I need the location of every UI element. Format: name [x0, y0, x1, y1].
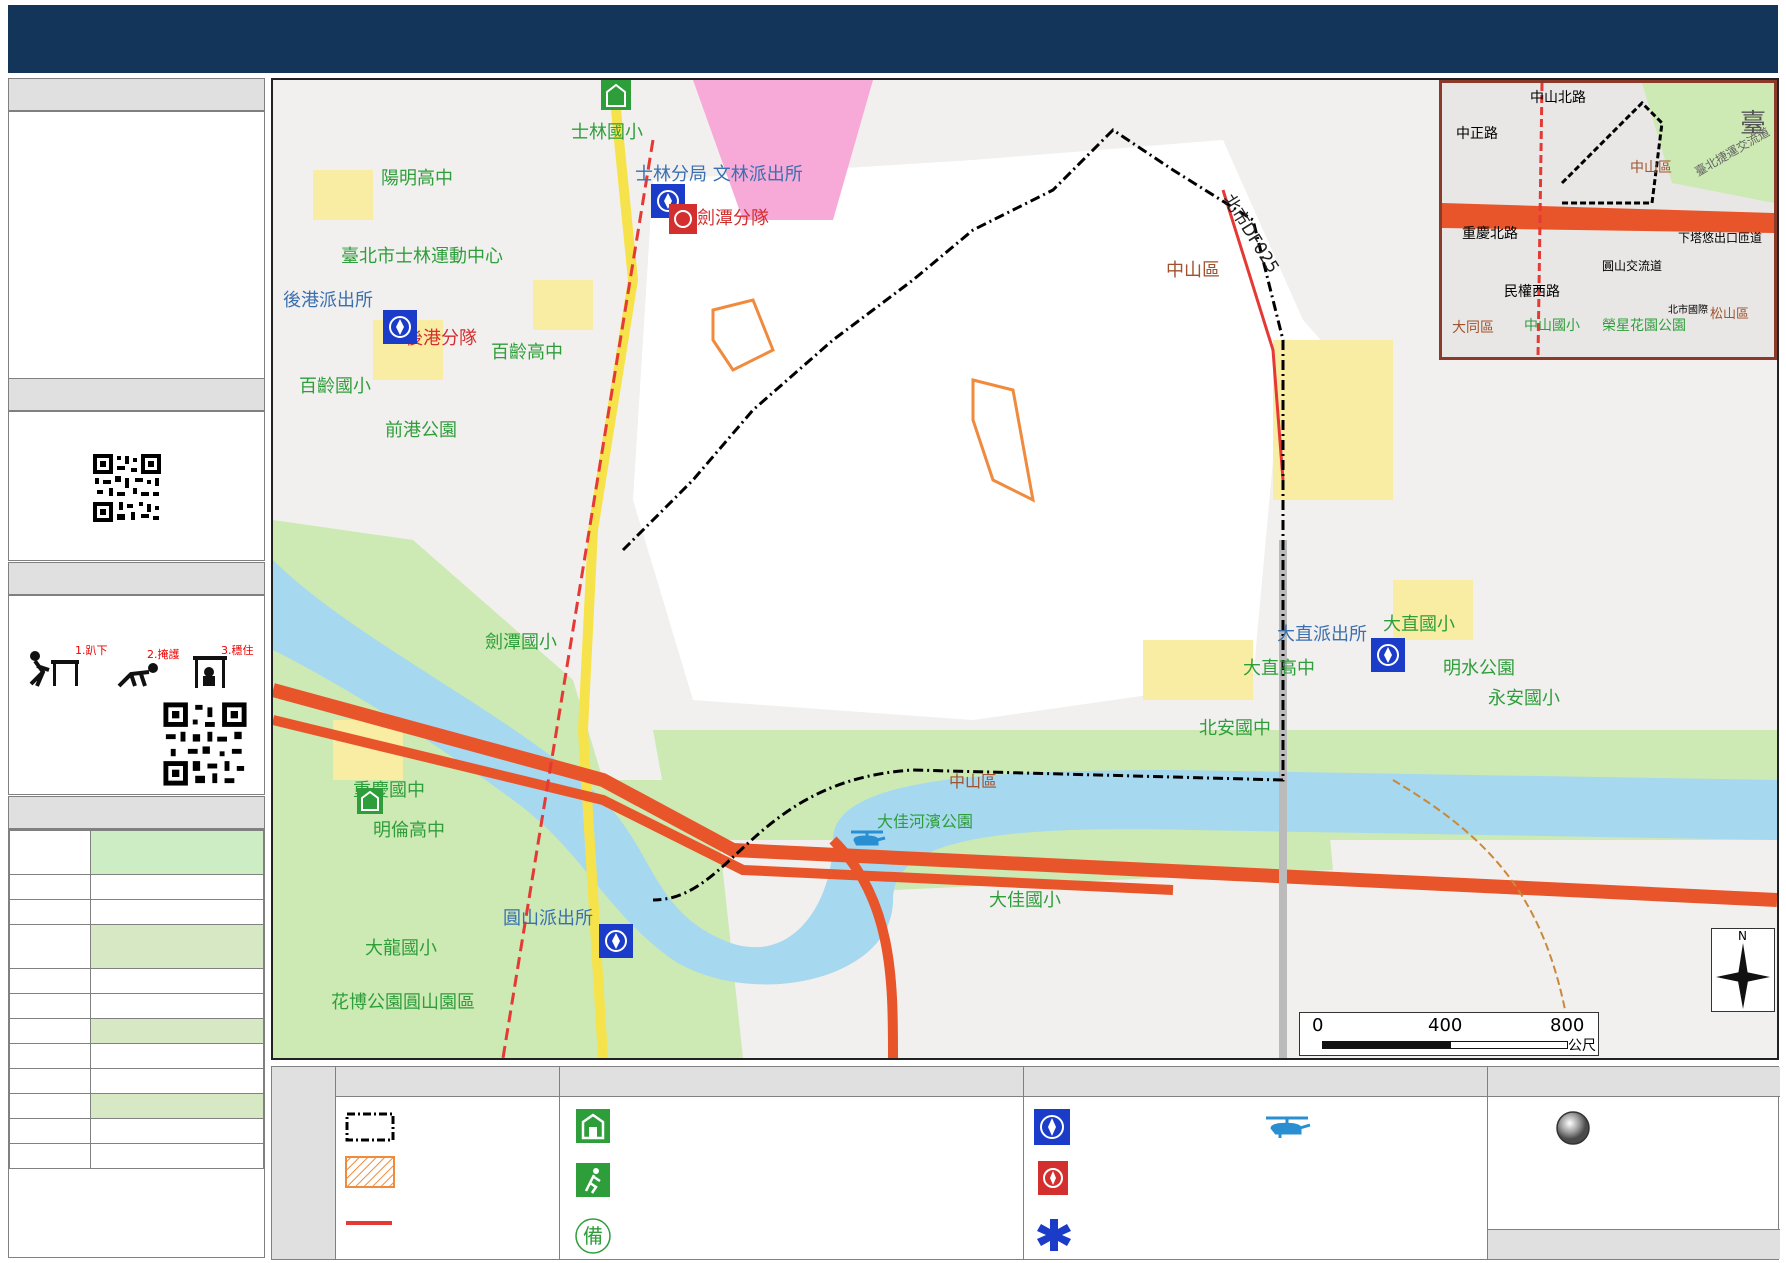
legend-column-2: 備 [560, 1067, 1024, 1259]
inset-label: 下塔悠出口匝道 [1678, 231, 1763, 245]
drop-pose-icon [29, 651, 79, 687]
school-label[interactable]: 大龍國小 [365, 934, 437, 960]
school-label[interactable]: 大佳國小 [989, 886, 1061, 912]
helicopter-icon [1266, 1116, 1311, 1138]
police-icon[interactable] [1371, 638, 1405, 672]
school-label[interactable]: 明水公園 [1443, 654, 1515, 680]
inset-label: 松山區 [1710, 307, 1750, 322]
police-label[interactable]: 大直派出所 [1277, 620, 1367, 646]
scale-segment [1450, 1041, 1568, 1049]
inset-label: 中山國小 [1524, 318, 1580, 334]
shelter-icon [576, 1109, 610, 1143]
sidebar-table [8, 829, 265, 1258]
inset-label: 中山北路 [1530, 90, 1586, 106]
legend-column-3 [1024, 1067, 1488, 1259]
school-label[interactable]: 大直高中 [1243, 654, 1315, 680]
scale-label: 800 [1550, 1015, 1585, 1036]
school-label[interactable]: 前港公園 [385, 416, 457, 442]
medical-icon [1037, 1219, 1071, 1251]
evacuation-icon [576, 1163, 610, 1197]
pose-label-cover: 2.掩護 [147, 648, 180, 661]
legend-column-4 [1488, 1067, 1780, 1259]
scale-bar: 0 400 800 公尺 [1299, 1012, 1599, 1056]
svg-text:備: 備 [583, 1224, 603, 1248]
inset-label: 北市國際 [1668, 305, 1708, 316]
qr-code-icon[interactable] [91, 452, 163, 524]
legend-column-header [1024, 1067, 1487, 1097]
fire-label[interactable]: 劍潭分隊 [697, 204, 769, 230]
shelter-icon[interactable] [357, 788, 383, 814]
sidebar-header-3 [8, 562, 265, 595]
legend-column-header [336, 1067, 559, 1097]
inset-map[interactable]: 中山北路 中正路 中山區 重慶北路 民權西路 大同區 圓山交流道 中山國小 榮星… [1439, 80, 1777, 360]
scale-segment [1322, 1041, 1450, 1049]
fire-icon[interactable] [669, 204, 697, 234]
landslide-swatch [345, 1156, 395, 1188]
compass-icon [1716, 943, 1770, 1009]
police-icon[interactable] [383, 310, 417, 344]
contact-table [9, 830, 264, 1169]
police-label[interactable]: 圓山派出所 [503, 904, 593, 930]
school-label[interactable]: 陽明高中 [381, 164, 453, 190]
sidebar-box-1 [8, 111, 265, 379]
main-map[interactable]: 中山區 中山區 北市DF025 士林國小 陽明高中 臺北市士林運動中心 百齡高中… [271, 78, 1779, 1060]
pose-label-hold: 3.穩住 [221, 644, 254, 657]
pose-label-drop: 1.趴下 [75, 644, 108, 657]
police-icon[interactable] [599, 924, 633, 958]
scale-label: 0 [1312, 1015, 1324, 1036]
school-label[interactable]: 百齡國小 [299, 372, 371, 398]
sidebar-header-1 [8, 78, 265, 111]
cover-pose-icon [117, 663, 158, 688]
school-label[interactable]: 明倫高中 [373, 816, 445, 842]
reserve-icon: 備 [575, 1218, 611, 1254]
marker-icon [1556, 1111, 1590, 1145]
legend-column-1 [336, 1067, 560, 1259]
inset-label: 中山區 [1630, 160, 1672, 176]
inset-label: 民權西路 [1504, 284, 1560, 300]
sidebar-box-drop-cover: 1.趴下 2.掩護 3.穩住 [8, 595, 265, 795]
route-line [346, 1221, 392, 1225]
legend: 備 [271, 1066, 1780, 1260]
sidebar: 1.趴下 2.掩護 3.穩住 [8, 78, 265, 1258]
district-label: 中山區 [1166, 260, 1220, 281]
inset-label: 圓山交流道 [1602, 259, 1663, 273]
fire-icon [1038, 1161, 1068, 1195]
school-label[interactable]: 永安國小 [1488, 684, 1560, 710]
police-icon [1034, 1109, 1070, 1145]
police-label[interactable]: 後港派出所 [283, 286, 373, 312]
inset-label: 榮星花園公園 [1602, 318, 1686, 334]
legend-column-header [1488, 1067, 1780, 1097]
district-river-label: 中山區 [949, 772, 998, 791]
school-label[interactable]: 劍潭國小 [485, 628, 557, 654]
north-arrow: N [1711, 928, 1775, 1012]
shelter-icon[interactable] [601, 80, 631, 110]
sidebar-box-qr [8, 411, 265, 561]
school-label[interactable]: 臺北市士林運動中心 [341, 242, 503, 268]
legend-footer [1488, 1229, 1780, 1259]
school-label[interactable]: 大直國小 [1383, 610, 1455, 636]
inset-label: 中正路 [1456, 126, 1498, 142]
helicopter-icon[interactable] [847, 828, 887, 850]
sidebar-header-2 [8, 378, 265, 411]
inset-label: 重慶北路 [1462, 226, 1518, 242]
sidebar-header-4 [8, 796, 265, 829]
scale-unit: 公尺 [1568, 1038, 1596, 1054]
school-label[interactable]: 花博公園圓山園區 [331, 988, 475, 1014]
legend-title-cell [272, 1067, 336, 1259]
school-label[interactable]: 士林國小 [571, 118, 643, 144]
boundary-swatch [345, 1112, 395, 1142]
school-label[interactable]: 百齡高中 [491, 338, 563, 364]
qr-code-icon[interactable] [161, 700, 249, 788]
school-label[interactable]: 北安國中 [1199, 714, 1271, 740]
school-label[interactable]: 大佳河濱公園 [877, 808, 973, 832]
legend-column-header [560, 1067, 1023, 1097]
scale-label: 400 [1428, 1015, 1463, 1036]
police-label[interactable]: 士林分局 文林派出所 [635, 160, 803, 186]
inset-label: 大同區 [1452, 320, 1494, 336]
title-bar [8, 5, 1778, 73]
